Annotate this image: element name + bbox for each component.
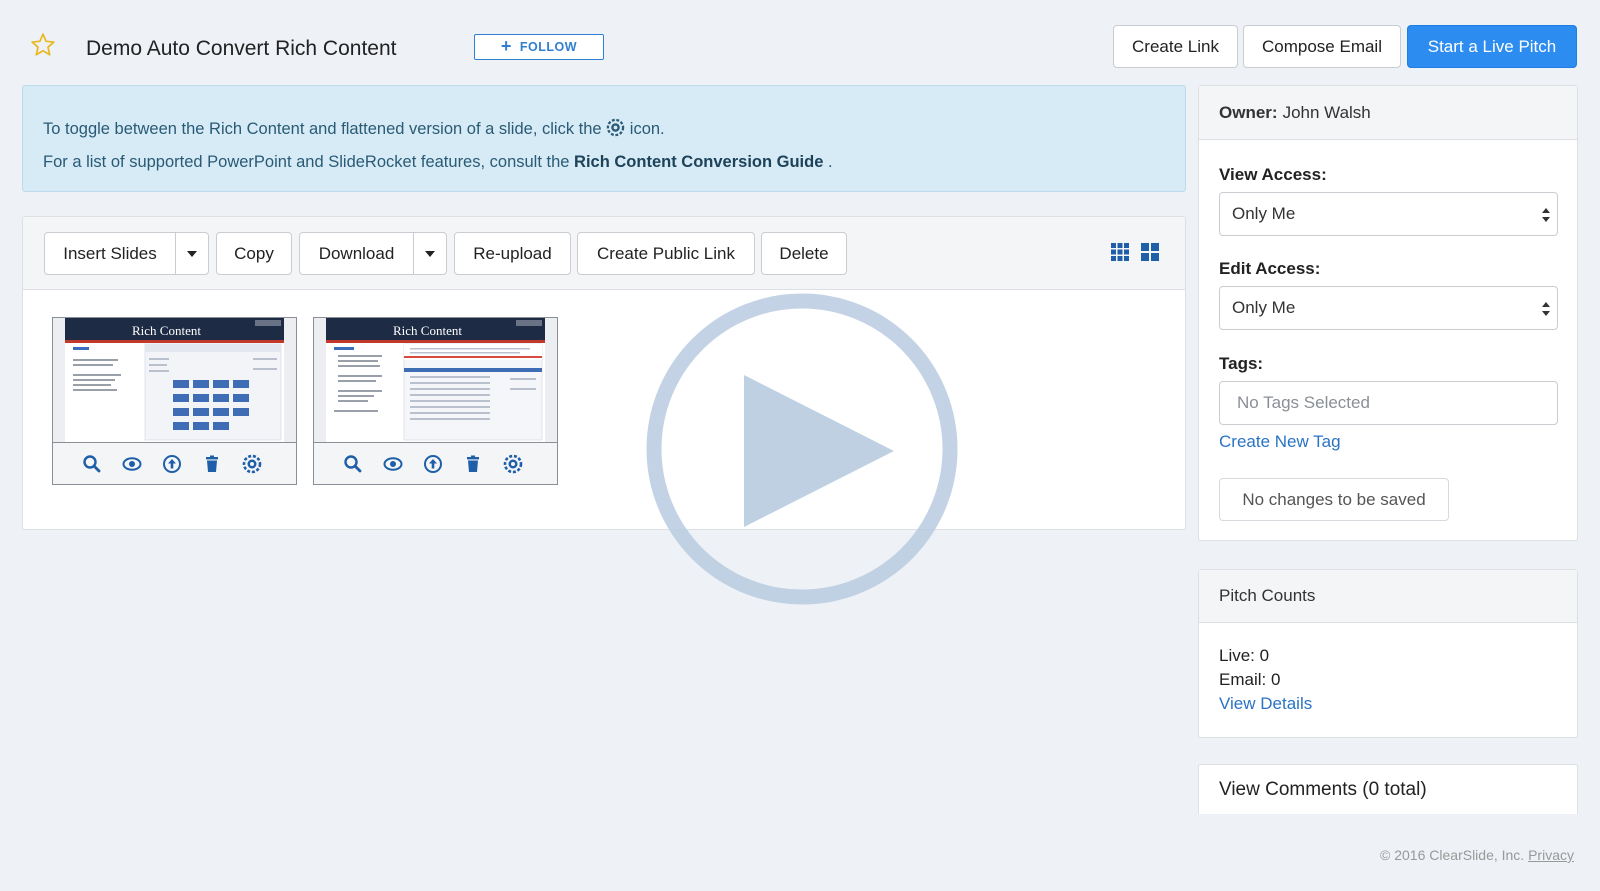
delete-button[interactable]: Delete [761,232,847,275]
search-icon[interactable] [343,454,363,474]
live-count: Live: 0 [1219,646,1270,665]
info-alert: To toggle between the Rich Content and f… [22,85,1186,192]
gear-icon[interactable] [503,454,523,474]
follow-button[interactable]: + FOLLOW [474,34,604,60]
small-grid-view-icon[interactable] [1110,242,1130,262]
pitch-counts-panel: Pitch Counts Live: 0 Email: 0 View Detai… [1198,569,1578,738]
create-public-link-button[interactable]: Create Public Link [577,232,755,275]
view-comments-title[interactable]: View Comments (0 total) [1219,779,1427,801]
copy-button[interactable]: Copy [216,232,292,275]
edit-access-select[interactable]: Only Me [1219,286,1558,330]
eye-icon[interactable] [122,454,142,474]
alert-line-2: For a list of supported PowerPoint and S… [43,146,1165,179]
trash-icon[interactable] [202,454,222,474]
caret-down-icon [187,250,197,257]
edit-access-value: Only Me [1232,298,1296,317]
download-button[interactable]: Download [299,232,414,275]
create-new-tag-link[interactable]: Create New Tag [1219,432,1341,452]
slides-toolbar: Insert Slides Copy Download Re-upload Cr… [23,217,1185,290]
select-arrows-icon [1542,302,1550,316]
start-live-pitch-button[interactable]: Start a Live Pitch [1407,25,1577,68]
download-dropdown[interactable] [413,232,447,275]
view-access-label: View Access: [1219,165,1327,184]
alert-line-2-end: . [828,153,833,171]
create-link-button[interactable]: Create Link [1113,25,1238,68]
view-details-link[interactable]: View Details [1219,694,1312,714]
document-settings-panel: Owner: John Walsh View Access: Only Me E… [1198,85,1578,541]
owner-row: Owner: John Walsh [1199,86,1577,140]
owner-label: Owner: [1219,102,1278,122]
privacy-link[interactable]: Privacy [1528,847,1574,863]
view-access-select[interactable]: Only Me [1219,192,1558,236]
select-arrows-icon [1542,208,1550,222]
reupload-button[interactable]: Re-upload [454,232,571,275]
slide-title: Rich Content [132,323,201,338]
search-icon[interactable] [82,454,102,474]
insert-slides-button[interactable]: Insert Slides [44,232,176,275]
edit-access-label: Edit Access: [1219,259,1321,278]
view-access-value: Only Me [1232,204,1296,223]
alert-line-1: To toggle between the Rich Content and f… [43,113,1165,146]
alert-line-1-end: icon. [629,120,665,138]
owner-name: John Walsh [1282,102,1371,122]
slide-thumbnail[interactable]: Rich Content [313,317,558,485]
slide-actions [53,442,296,484]
slide-title: Rich Content [393,323,462,338]
footer: © 2016 ClearSlide, Inc. Privacy [1380,847,1574,863]
conversion-guide-link[interactable]: Rich Content Conversion Guide [574,153,823,171]
upload-icon[interactable] [423,454,443,474]
pitch-counts-title: Pitch Counts [1199,570,1577,623]
insert-slides-dropdown[interactable] [175,232,209,275]
gear-icon [606,118,625,137]
email-count: Email: 0 [1219,670,1281,689]
compose-email-button[interactable]: Compose Email [1243,25,1401,68]
page-title: Demo Auto Convert Rich Content [86,37,397,60]
slide-actions [314,442,557,484]
follow-label: FOLLOW [519,40,578,54]
save-status-button[interactable]: No changes to be saved [1219,478,1449,521]
slide-preview[interactable]: Rich Content [314,318,557,442]
plus-icon: + [500,36,512,56]
tags-label: Tags: [1219,354,1264,373]
star-icon[interactable] [30,32,56,58]
slide-preview[interactable]: Rich Content [53,318,296,442]
large-grid-view-icon[interactable] [1140,242,1160,262]
caret-down-icon [425,250,435,257]
copyright-text: © 2016 ClearSlide, Inc. [1380,847,1525,863]
eye-icon[interactable] [383,454,403,474]
slide-thumbnail[interactable]: Rich Content [52,317,297,485]
trash-icon[interactable] [463,454,483,474]
alert-line-1-text: To toggle between the Rich Content and f… [43,120,602,138]
upload-icon[interactable] [162,454,182,474]
tags-input[interactable]: No Tags Selected [1219,381,1558,425]
alert-line-2-text: For a list of supported PowerPoint and S… [43,153,570,171]
gear-icon[interactable] [242,454,262,474]
comments-panel: View Comments (0 total) [1198,764,1578,814]
slides-panel: Insert Slides Copy Download Re-upload Cr… [22,216,1186,530]
